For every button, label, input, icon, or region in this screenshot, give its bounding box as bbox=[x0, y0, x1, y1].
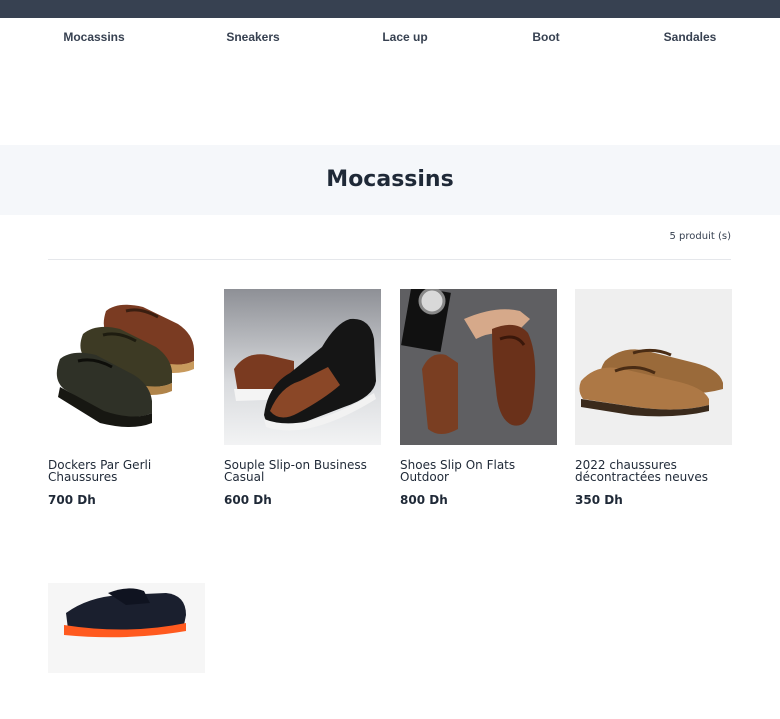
product-image[interactable] bbox=[400, 289, 557, 445]
top-bar bbox=[0, 0, 780, 18]
product-name[interactable]: Souple Slip-on Business Casual bbox=[224, 459, 381, 483]
product-price: 700 Dh bbox=[48, 493, 96, 507]
page-title: Mocassins bbox=[326, 167, 454, 192]
product-count: 5 produit (s) bbox=[669, 231, 731, 242]
product-name[interactable]: Dockers Par Gerli Chaussures bbox=[48, 459, 205, 483]
product-price: 350 Dh bbox=[575, 493, 623, 507]
category-header: Mocassins bbox=[0, 145, 780, 215]
product-image[interactable] bbox=[48, 563, 205, 719]
category-nav: Mocassins Sneakers Lace up Boot Sandales bbox=[0, 18, 780, 58]
nav-item-sandales[interactable]: Sandales bbox=[664, 30, 717, 44]
divider bbox=[48, 259, 731, 260]
nav-item-mocassins[interactable]: Mocassins bbox=[63, 30, 124, 44]
product-price: 800 Dh bbox=[400, 493, 448, 507]
product-price: 600 Dh bbox=[224, 493, 272, 507]
product-image[interactable] bbox=[575, 289, 732, 445]
product-name[interactable]: 2022 chaussures décontractées neuves bbox=[575, 459, 732, 483]
product-image[interactable] bbox=[224, 289, 381, 445]
product-name[interactable]: Shoes Slip On Flats Outdoor bbox=[400, 459, 557, 483]
nav-item-boot[interactable]: Boot bbox=[532, 30, 559, 44]
nav-item-sneakers[interactable]: Sneakers bbox=[226, 30, 279, 44]
product-image[interactable] bbox=[48, 289, 205, 445]
nav-item-lace-up[interactable]: Lace up bbox=[382, 30, 427, 44]
